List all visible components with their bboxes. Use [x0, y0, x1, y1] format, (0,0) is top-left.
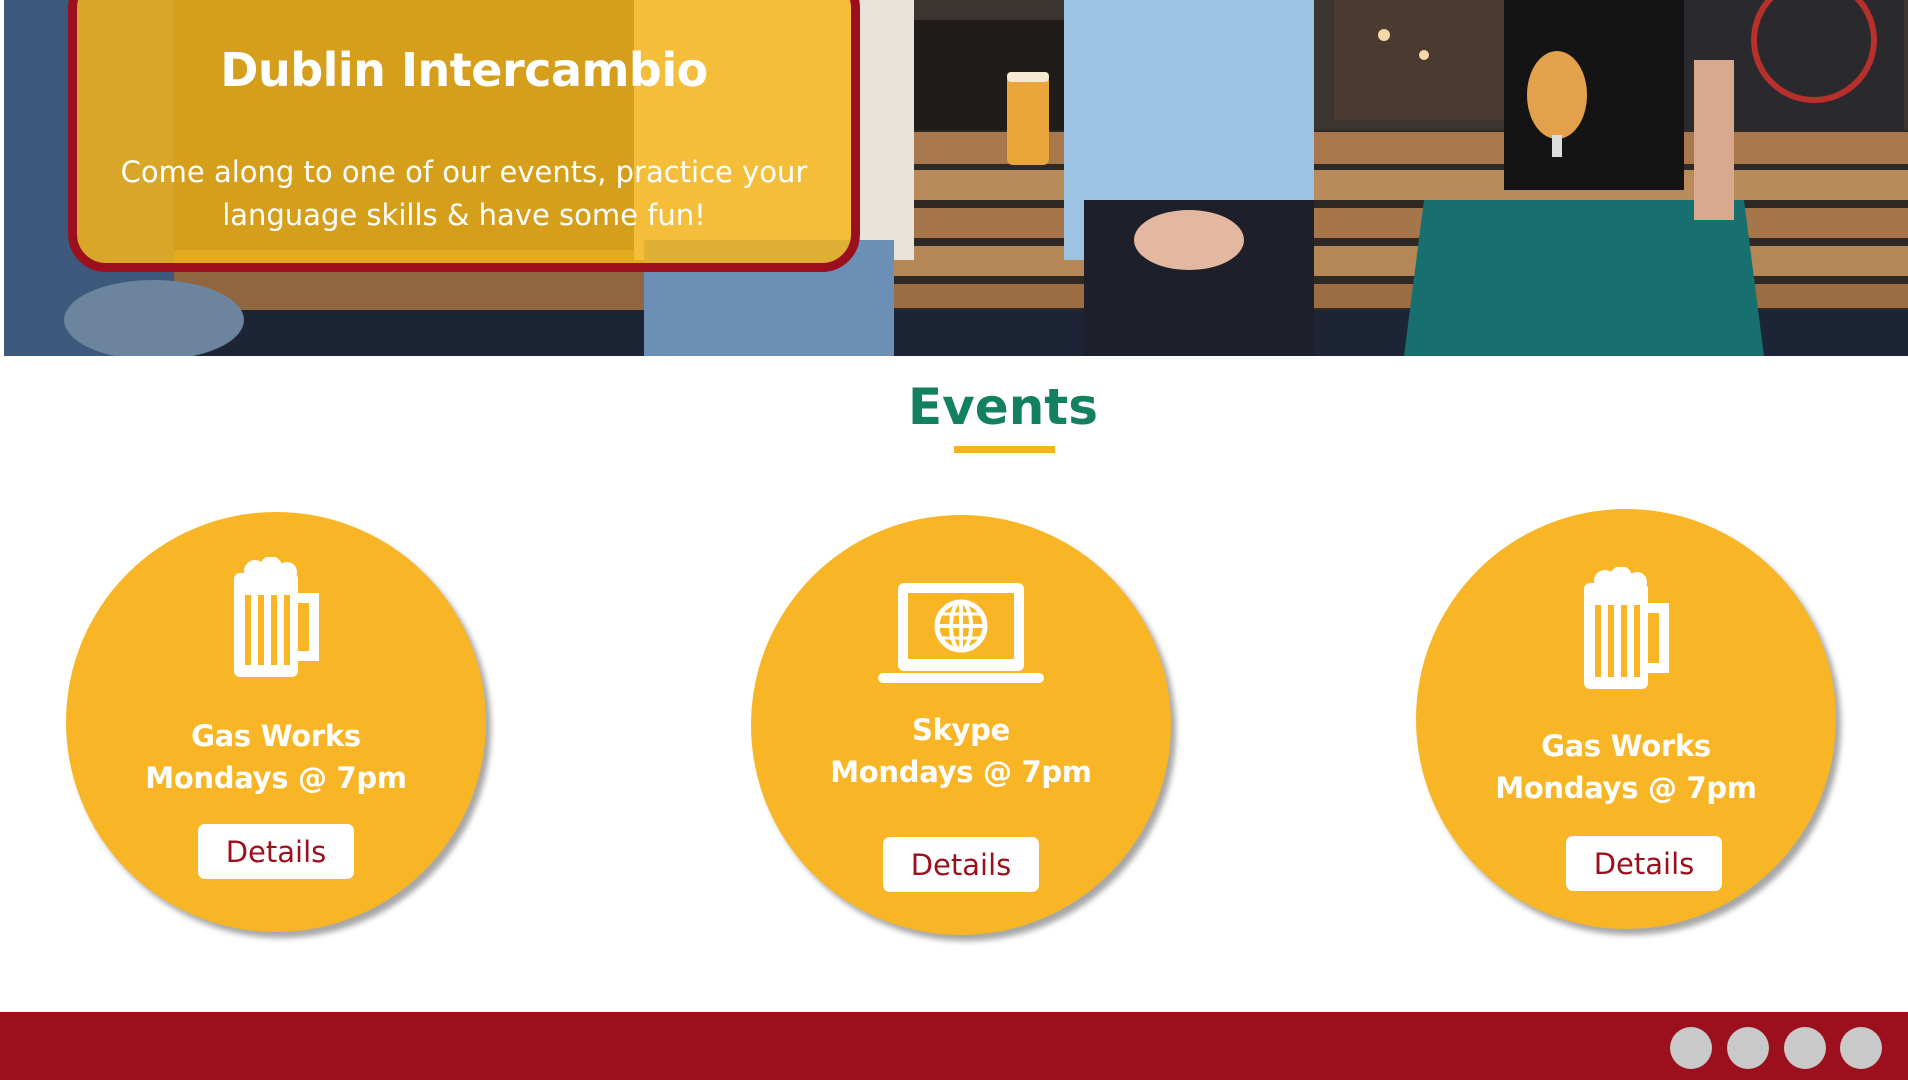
event-card: Gas Works Mondays @ 7pm Details	[1416, 509, 1836, 929]
details-button[interactable]: Details	[883, 837, 1039, 892]
hero-banner: Dublin Intercambio Come along to one of …	[4, 0, 1908, 356]
details-button[interactable]: Details	[1566, 836, 1722, 891]
hero-intro-card: Dublin Intercambio Come along to one of …	[68, 0, 860, 272]
event-venue: Gas Works	[191, 719, 361, 753]
social-icon[interactable]	[1670, 1027, 1712, 1069]
hero-tagline: Come along to one of our events, practic…	[120, 155, 808, 232]
event-schedule: Mondays @ 7pm	[145, 761, 407, 795]
social-icon[interactable]	[1840, 1027, 1882, 1069]
footer	[0, 1012, 1908, 1080]
event-card: Gas Works Mondays @ 7pm Details	[66, 512, 486, 932]
details-button[interactable]: Details	[198, 824, 354, 879]
events-heading-underline	[954, 446, 1055, 453]
event-schedule: Mondays @ 7pm	[830, 755, 1092, 789]
event-card: Skype Mondays @ 7pm Details	[751, 515, 1171, 935]
beer-mug-icon	[66, 557, 486, 677]
beer-mug-icon	[1416, 567, 1836, 689]
site-title: Dublin Intercambio	[220, 43, 708, 97]
social-icon[interactable]	[1784, 1027, 1826, 1069]
laptop-globe-icon	[751, 581, 1171, 685]
event-venue: Skype	[911, 713, 1010, 747]
event-schedule: Mondays @ 7pm	[1495, 771, 1757, 805]
landing-page: Dublin Intercambio Come along to one of …	[0, 0, 1908, 1080]
social-icon[interactable]	[1727, 1027, 1769, 1069]
events-heading: Events	[908, 378, 1098, 436]
event-venue: Gas Works	[1541, 729, 1711, 763]
